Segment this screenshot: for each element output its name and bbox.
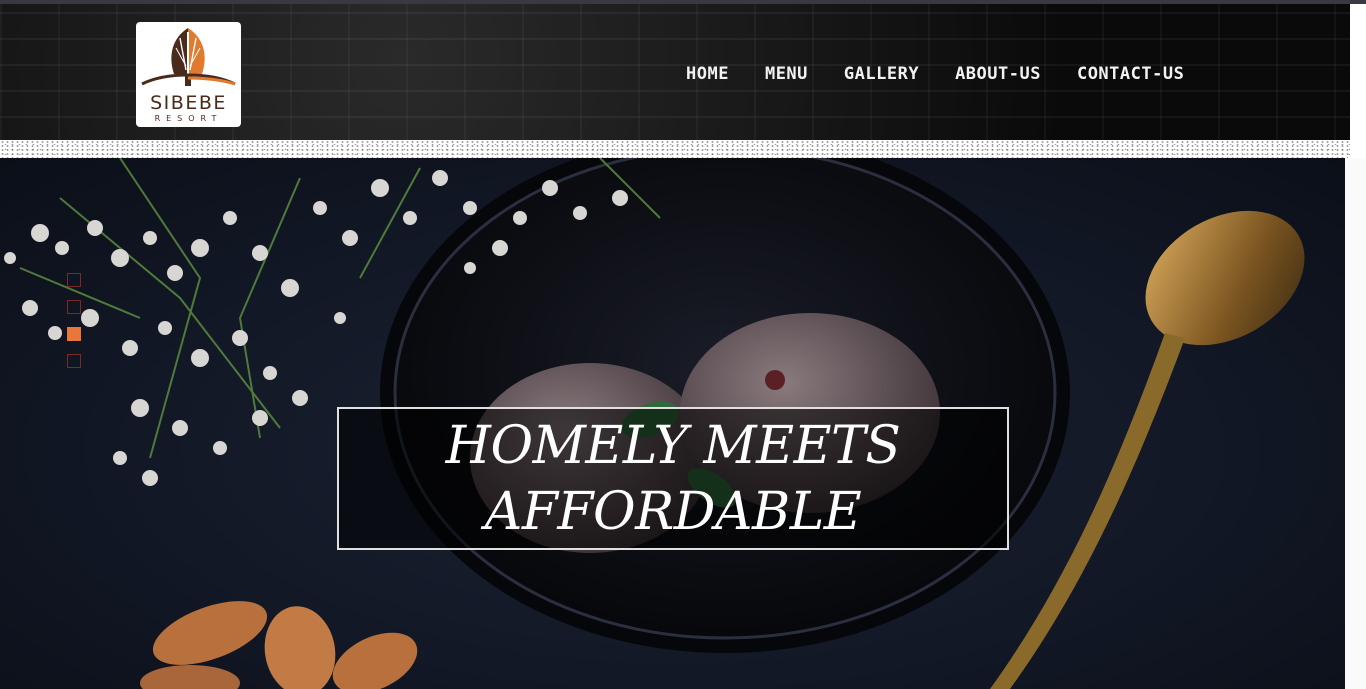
hero-headline-box: HOMELY MEETS AFFORDABLE xyxy=(337,407,1009,550)
flame-shield-icon xyxy=(141,28,236,86)
hero-headline-line2: AFFORDABLE xyxy=(484,481,862,542)
logo-name: SIBEBE xyxy=(150,92,227,114)
slide-dot-3-active[interactable] xyxy=(67,327,81,341)
logo-subtitle: RESORT xyxy=(154,114,223,123)
slide-dot-4[interactable] xyxy=(67,354,81,368)
slide-dot-1[interactable] xyxy=(67,273,81,287)
main-nav: HOME MENU GALLERY ABOUT-US CONTACT-US xyxy=(686,64,1184,84)
page-right-edge xyxy=(1345,158,1366,689)
slider-pagination xyxy=(67,273,81,381)
nav-home[interactable]: HOME xyxy=(686,64,729,84)
slide-dot-2[interactable] xyxy=(67,300,81,314)
nav-menu[interactable]: MENU xyxy=(765,64,808,84)
nav-gallery[interactable]: GALLERY xyxy=(844,64,919,84)
hero-headline-line1: HOMELY MEETS xyxy=(445,415,901,476)
logo[interactable]: SIBEBE RESORT xyxy=(136,22,241,127)
nav-contact-us[interactable]: CONTACT-US xyxy=(1077,64,1184,84)
header-speckle-divider xyxy=(0,140,1350,158)
nav-about-us[interactable]: ABOUT-US xyxy=(955,64,1041,84)
